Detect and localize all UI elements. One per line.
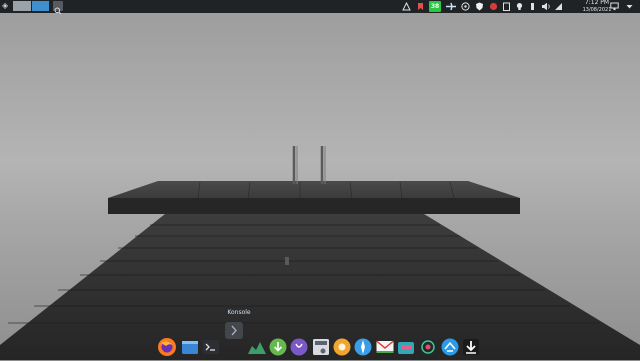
record-icon[interactable] <box>488 1 499 12</box>
settings-icon[interactable] <box>332 337 352 357</box>
menu-arrow-icon[interactable] <box>624 1 635 12</box>
email-icon[interactable] <box>375 337 395 357</box>
kde-connect-icon[interactable] <box>401 1 412 12</box>
battery-percent: 38 <box>430 3 440 10</box>
volume-icon[interactable] <box>540 1 551 12</box>
terminal-icon[interactable] <box>201 337 221 357</box>
files-icon[interactable] <box>180 337 200 357</box>
search-icon[interactable] <box>53 1 63 15</box>
mailbox-icon[interactable] <box>396 337 416 357</box>
download-manager-icon[interactable] <box>268 337 288 357</box>
firefox-icon[interactable] <box>157 337 177 357</box>
dock-tooltip: Konsole <box>224 307 254 318</box>
application-launcher-icon[interactable]: ◈ <box>2 1 10 11</box>
downloads-icon[interactable] <box>461 337 481 357</box>
pager-desktop-1[interactable] <box>13 1 31 11</box>
battery-status-icon[interactable]: 38 <box>429 1 441 12</box>
usb-icon[interactable] <box>527 1 538 12</box>
chat-icon[interactable] <box>289 337 309 357</box>
safari-icon[interactable] <box>353 337 373 357</box>
bookmark-icon[interactable] <box>415 1 426 12</box>
bulb-icon[interactable] <box>514 1 525 12</box>
vpn-icon[interactable] <box>460 1 471 12</box>
app-store-icon[interactable] <box>440 337 460 357</box>
plane-icon[interactable] <box>445 1 456 12</box>
system-monitor-icon[interactable] <box>247 337 267 357</box>
pager-desktop-2[interactable] <box>32 1 49 11</box>
wifi-icon[interactable] <box>553 1 564 12</box>
display-icon[interactable] <box>609 1 620 12</box>
disk-utility-icon[interactable] <box>311 337 331 357</box>
clipboard-icon[interactable] <box>501 1 512 12</box>
globe-icon[interactable] <box>418 337 438 357</box>
desktop-wallpaper <box>0 0 640 360</box>
dock <box>155 335 485 359</box>
shield-icon[interactable] <box>474 1 485 12</box>
top-panel: ◈ 38 7:12 PM 13/08/2021 <box>0 0 640 15</box>
